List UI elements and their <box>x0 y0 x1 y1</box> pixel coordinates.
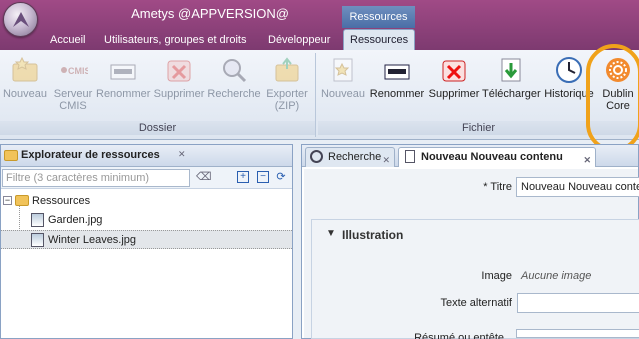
fichier-new-button[interactable]: Nouveau <box>320 55 366 100</box>
fichier-rename-button[interactable]: Renommer <box>369 55 425 100</box>
new-file-icon <box>333 58 353 82</box>
close-icon[interactable]: ✕ <box>583 151 591 169</box>
explorer-header: Explorateur de ressources ✕ <box>1 145 292 167</box>
dossier-rename-button[interactable]: Renommer <box>96 55 150 100</box>
dossier-delete-button[interactable]: Supprimer <box>152 55 206 100</box>
rename-icon <box>384 64 410 80</box>
refresh-icon[interactable]: ⟳ <box>275 171 287 183</box>
resource-explorer-panel: Explorateur de ressources ✕ Filtre (3 ca… <box>0 144 293 339</box>
fichier-download-button[interactable]: Télécharger <box>482 55 541 100</box>
alt-text-label: Texte alternatif <box>440 297 512 309</box>
dossier-export-zip-button[interactable]: Exporter (ZIP) <box>262 55 312 112</box>
app-title: Ametys @APPVERSION@ <box>131 6 289 21</box>
image-label: Image <box>481 270 512 282</box>
tab-accueil[interactable]: Accueil <box>50 30 85 50</box>
search-icon <box>310 150 323 163</box>
ribbon: Nouveau CMIS Serveur CMIS Renommer Suppr… <box>0 50 639 140</box>
dossier-cmis-button[interactable]: CMIS Serveur CMIS <box>51 55 95 112</box>
rename-icon <box>110 64 136 80</box>
delete-icon <box>167 60 191 82</box>
tab-ressources[interactable]: Ressources <box>343 29 416 51</box>
tree-node-label: Garden.jpg <box>48 214 103 226</box>
new-folder-icon <box>12 56 38 82</box>
fichier-delete-button[interactable]: Supprimer <box>426 55 482 100</box>
editor-tabs: Recherche ✕ Nouveau Nouveau contenu ✕ <box>302 145 638 167</box>
resource-tree: − Ressources Garden.jpg Winter Leaves.jp… <box>1 189 292 249</box>
title-field[interactable]: Nouveau Nouveau contenu <box>516 177 639 197</box>
explorer-filterbar: Filtre (3 caractères minimum) ⌫ + − ⟳ <box>1 167 292 189</box>
folder-icon <box>4 150 18 161</box>
context-group-label: Ressources <box>342 6 415 28</box>
title-bar: Ametys @APPVERSION@ Ressources Accueil U… <box>0 0 639 51</box>
tree-node-root[interactable]: − Ressources <box>1 192 292 211</box>
clear-filter-icon[interactable]: ⌫ <box>196 171 212 183</box>
export-zip-icon <box>275 57 299 82</box>
cmis-icon: CMIS <box>61 66 88 76</box>
section-title: Illustration <box>342 228 404 242</box>
ribbon-group-dossier-label: Dossier <box>0 121 315 135</box>
explorer-title: Explorateur de ressources <box>21 149 160 161</box>
tree-node-label: Winter Leaves.jpg <box>48 234 137 246</box>
image-file-icon <box>31 233 44 247</box>
summary-field[interactable] <box>516 329 639 338</box>
ribbon-group-dossier: Nouveau CMIS Serveur CMIS Renommer Suppr… <box>0 53 316 137</box>
svg-text:CMIS: CMIS <box>68 66 88 76</box>
image-value: Aucune image <box>521 270 592 282</box>
tree-node-label: Ressources <box>32 195 91 207</box>
search-icon <box>223 59 247 83</box>
dossier-search-button[interactable]: Recherche <box>207 55 261 100</box>
tab-developpeur[interactable]: Développeur <box>268 30 330 50</box>
chevron-down-icon[interactable]: ▼ <box>326 228 336 239</box>
app-menu-button[interactable] <box>3 2 38 37</box>
image-file-icon <box>31 213 44 227</box>
document-icon <box>405 150 415 163</box>
highlight-circle <box>586 44 639 152</box>
tab-utilisateurs[interactable]: Utilisateurs, groupes et droits <box>104 30 246 50</box>
tree-node-file-selected[interactable]: Winter Leaves.jpg <box>1 230 292 249</box>
filter-input[interactable]: Filtre (3 caractères minimum) <box>2 169 190 187</box>
dossier-new-button[interactable]: Nouveau <box>2 55 48 100</box>
title-label: * Titre <box>483 181 512 193</box>
clock-icon <box>556 57 582 83</box>
content-form: * Titre Nouveau Nouveau contenu ▼ Illust… <box>304 169 639 339</box>
delete-icon <box>442 60 466 82</box>
collapse-all-icon[interactable]: − <box>257 171 269 183</box>
download-icon <box>501 58 521 82</box>
tab-nouveau-contenu[interactable]: Nouveau Nouveau contenu ✕ <box>398 147 596 167</box>
folder-icon <box>15 195 29 206</box>
close-icon[interactable]: ✕ <box>382 151 390 169</box>
alt-text-field[interactable] <box>517 293 639 313</box>
summary-label: Résumé ou entête <box>414 332 504 339</box>
tree-node-file[interactable]: Garden.jpg <box>1 211 292 230</box>
tab-recherche[interactable]: Recherche ✕ <box>305 147 395 167</box>
app-logo-icon <box>13 12 29 27</box>
expand-all-icon[interactable]: + <box>237 171 249 183</box>
collapse-toggle-icon[interactable]: − <box>3 196 12 205</box>
illustration-section: ▼ Illustration Image Aucune image Texte … <box>311 219 639 339</box>
close-icon[interactable]: ✕ <box>178 149 186 160</box>
content-area: Recherche ✕ Nouveau Nouveau contenu ✕ * … <box>301 144 639 339</box>
